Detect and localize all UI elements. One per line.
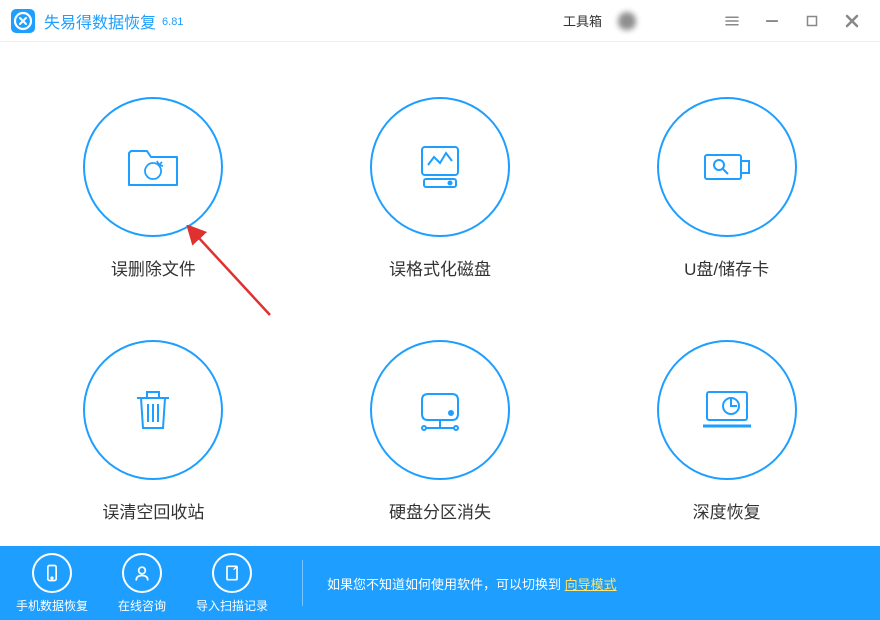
bottom-action-label: 导入扫描记录	[196, 597, 268, 614]
option-formatted-disk[interactable]: 误格式化磁盘	[370, 97, 510, 280]
maximize-button[interactable]	[792, 1, 832, 41]
deep-recovery-icon	[657, 340, 797, 480]
recycle-bin-icon	[83, 340, 223, 480]
bottom-import-scan[interactable]: 导入扫描记录	[196, 553, 268, 614]
option-label: U盘/储存卡	[684, 255, 769, 280]
bottom-phone-recovery[interactable]: 手机数据恢复	[16, 553, 88, 614]
minimize-icon	[763, 12, 781, 30]
option-deleted-files[interactable]: 误删除文件	[83, 97, 223, 280]
recovery-options-grid: 误删除文件 误格式化磁盘 U	[70, 97, 810, 523]
option-lost-partition[interactable]: 硬盘分区消失	[370, 340, 510, 523]
main-content: 误删除文件 误格式化磁盘 U	[0, 42, 880, 523]
bottom-action-label: 在线咨询	[118, 597, 166, 614]
import-icon	[212, 553, 252, 593]
person-icon	[122, 553, 162, 593]
menu-button[interactable]	[712, 1, 752, 41]
toolbox-link[interactable]: 工具箱	[563, 11, 602, 30]
option-usb-card[interactable]: U盘/储存卡	[657, 97, 797, 280]
minimize-button[interactable]	[752, 1, 792, 41]
option-label: 误删除文件	[111, 255, 196, 280]
bottom-divider	[302, 560, 303, 606]
lost-partition-icon	[370, 340, 510, 480]
option-label: 深度恢复	[693, 498, 761, 523]
bottom-hint: 如果您不知道如何使用软件，可以切换到 向导模式	[327, 574, 617, 593]
usb-card-icon	[657, 97, 797, 237]
app-title: 失易得数据恢复	[44, 9, 156, 33]
maximize-icon	[803, 12, 821, 30]
option-label: 硬盘分区消失	[389, 498, 491, 523]
option-deep-recovery[interactable]: 深度恢复	[657, 340, 797, 523]
bottom-online-consult[interactable]: 在线咨询	[118, 553, 166, 614]
bottom-bar: 手机数据恢复 在线咨询 导入扫描记录 如果您不知道如何使用软件，可以切换到 向导…	[0, 546, 880, 620]
close-button[interactable]	[832, 1, 872, 41]
formatted-disk-icon	[370, 97, 510, 237]
user-avatar-icon	[618, 12, 636, 30]
close-icon	[842, 11, 862, 31]
app-version: 6.81	[162, 16, 183, 28]
option-label: 误格式化磁盘	[389, 255, 491, 280]
bottom-hint-text: 如果您不知道如何使用软件，可以切换到	[327, 577, 565, 592]
wizard-mode-link[interactable]: 向导模式	[565, 577, 617, 592]
option-label: 误清空回收站	[102, 498, 204, 523]
user-account-area[interactable]	[612, 6, 712, 36]
deleted-files-icon	[83, 97, 223, 237]
menu-icon	[723, 12, 741, 30]
option-recycle-bin[interactable]: 误清空回收站	[83, 340, 223, 523]
titlebar: 失易得数据恢复 6.81 工具箱	[0, 0, 880, 42]
app-logo	[10, 8, 36, 34]
phone-icon	[32, 553, 72, 593]
bottom-action-label: 手机数据恢复	[16, 597, 88, 614]
